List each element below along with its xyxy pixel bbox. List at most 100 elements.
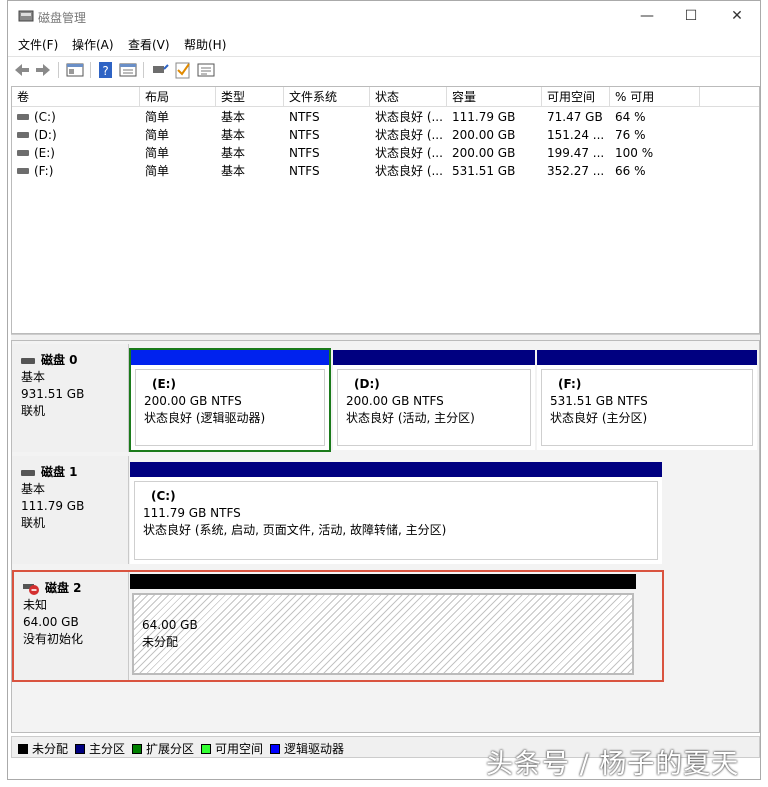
partition-f[interactable]: (F:) 531.51 GB NTFS 状态良好 (主分区) [537,350,757,450]
cell-type: 基本 [221,128,246,142]
menu-view[interactable]: 查看(V) [128,36,170,53]
menu-bar: 文件(F) 操作(A) 查看(V) 帮助(H) [8,33,760,55]
disk-type: 基本 [21,482,46,496]
col-header-type[interactable]: 类型 [216,87,284,107]
col-header-capacity[interactable]: 容量 [447,87,542,107]
forward-arrow-icon[interactable] [34,61,52,79]
cell-free-space: 352.27 ... [547,164,605,178]
cell-status: 状态良好 (... [375,164,443,178]
disk-icon [21,357,35,364]
cell-layout: 简单 [145,128,170,142]
cell-volume: (D:) [34,128,57,142]
col-header-status[interactable]: 状态 [370,87,447,107]
legend-item: 可用空间 [201,740,263,757]
menu-help[interactable]: 帮助(H) [184,36,226,53]
disk-2-label[interactable]: 磁盘 2 未知 64.00 GB 没有初始化 [14,572,129,680]
properties-icon[interactable] [119,61,137,79]
disk-status: 没有初始化 [23,632,84,646]
close-button[interactable]: ✕ [714,5,760,29]
maximize-button[interactable]: ☐ [668,5,714,29]
partition-status: 未分配 [142,635,179,649]
partition-status: 状态良好 (系统, 启动, 页面文件, 活动, 故障转储, 主分区) [143,523,447,537]
partition-c[interactable]: (C:) 111.79 GB NTFS 状态良好 (系统, 启动, 页面文件, … [130,462,662,564]
cell-free-space: 151.24 ... [547,128,605,142]
cell-free-space: 71.47 GB [547,110,603,124]
cell-volume: (F:) [34,164,54,178]
check-icon[interactable] [174,61,192,79]
disk-status: 联机 [21,404,46,418]
cell-capacity: 531.51 GB [452,164,516,178]
back-arrow-icon[interactable] [13,61,31,79]
cell-type: 基本 [221,110,246,124]
drive-icon [17,168,29,174]
console-tree-icon[interactable] [66,61,84,79]
legend-swatch [75,743,85,754]
table-row[interactable]: (C:) 简单 基本 NTFS 状态良好 (... 111.79 GB 71.4… [12,108,759,126]
disk-icon [21,469,35,476]
disk-1-label[interactable]: 磁盘 1 基本 111.79 GB 联机 [12,456,129,564]
title-bar: 磁盘管理 — ☐ ✕ [8,1,760,33]
partition-bar-primary [537,350,757,365]
partition-status: 状态良好 (主分区) [550,411,648,425]
legend-label: 可用空间 [215,742,264,756]
drive-icon [17,114,29,120]
table-row[interactable]: (D:) 简单 基本 NTFS 状态良好 (... 200.00 GB 151.… [12,126,759,144]
table-row[interactable]: (E:) 简单 基本 NTFS 状态良好 (... 200.00 GB 199.… [12,144,759,162]
disk-error-icon [23,583,39,595]
menu-action[interactable]: 操作(A) [72,36,114,53]
cell-volume: (E:) [34,146,55,160]
unallocated-space[interactable]: 64.00 GB 未分配 [130,574,636,677]
disk-name: 磁盘 1 [41,465,78,479]
cell-filesystem: NTFS [289,128,320,142]
partition-size: 531.51 GB NTFS [550,394,648,408]
disk-size: 931.51 GB [21,387,85,401]
disk-0-label[interactable]: 磁盘 0 基本 931.51 GB 联机 [12,344,129,452]
partition-bar-primary [333,350,535,365]
legend-item: 未分配 [18,740,68,757]
col-header-percent-free[interactable]: % 可用 [610,87,700,107]
partition-label: (C:) [151,489,176,503]
cell-filesystem: NTFS [289,164,320,178]
cell-capacity: 200.00 GB [452,128,516,142]
partition-status: 状态良好 (活动, 主分区) [346,411,475,425]
menu-file[interactable]: 文件(F) [18,36,58,53]
legend-swatch [132,743,142,754]
col-header-filesystem[interactable]: 文件系统 [284,87,370,107]
volume-list-header: 卷 布局 类型 文件系统 状态 容量 可用空间 % 可用 [12,87,759,107]
legend-swatch [18,743,28,754]
partition-status: 状态良好 (逻辑驱动器) [144,411,266,425]
unallocated-hatch: 64.00 GB 未分配 [132,593,634,675]
cell-filesystem: NTFS [289,146,320,160]
disk-management-window: 磁盘管理 — ☐ ✕ 文件(F) 操作(A) 查看(V) 帮助(H) ? 卷 布… [7,0,761,780]
cell-capacity: 200.00 GB [452,146,516,160]
disk-management-app-icon [18,10,34,22]
svg-text:?: ? [102,64,108,78]
toolbar-separator [90,62,91,78]
connect-icon[interactable] [151,61,169,79]
legend-label: 扩展分区 [146,742,195,756]
cell-percent-free: 76 % [615,128,646,142]
partition-size: 200.00 GB NTFS [346,394,444,408]
col-header-layout[interactable]: 布局 [140,87,216,107]
legend-item: 扩展分区 [132,740,194,757]
legend-swatch [270,743,280,754]
partition-bar-primary [130,462,662,477]
disk-graph-pane: 磁盘 0 基本 931.51 GB 联机 (E:) 200.00 GB NTFS… [11,340,760,733]
toolbar-separator [58,62,59,78]
partition-label: (F:) [558,377,582,391]
partition-e[interactable]: (E:) 200.00 GB NTFS 状态良好 (逻辑驱动器) [129,348,331,452]
partition-size: 111.79 GB NTFS [143,506,241,520]
col-header-free-space[interactable]: 可用空间 [542,87,610,107]
list-icon[interactable] [197,61,215,79]
col-header-volume[interactable]: 卷 [12,87,140,107]
cell-type: 基本 [221,164,246,178]
minimize-button[interactable]: — [624,5,670,29]
cell-capacity: 111.79 GB [452,110,516,124]
partition-bar-logical [131,350,329,365]
volume-list: 卷 布局 类型 文件系统 状态 容量 可用空间 % 可用 (C:) 简单 基本 … [11,86,760,334]
partition-d[interactable]: (D:) 200.00 GB NTFS 状态良好 (活动, 主分区) [333,350,535,450]
disk-type: 未知 [23,598,48,612]
disk-type: 基本 [21,370,46,384]
table-row[interactable]: (F:) 简单 基本 NTFS 状态良好 (... 531.51 GB 352.… [12,162,759,180]
help-icon[interactable]: ? [97,61,115,79]
